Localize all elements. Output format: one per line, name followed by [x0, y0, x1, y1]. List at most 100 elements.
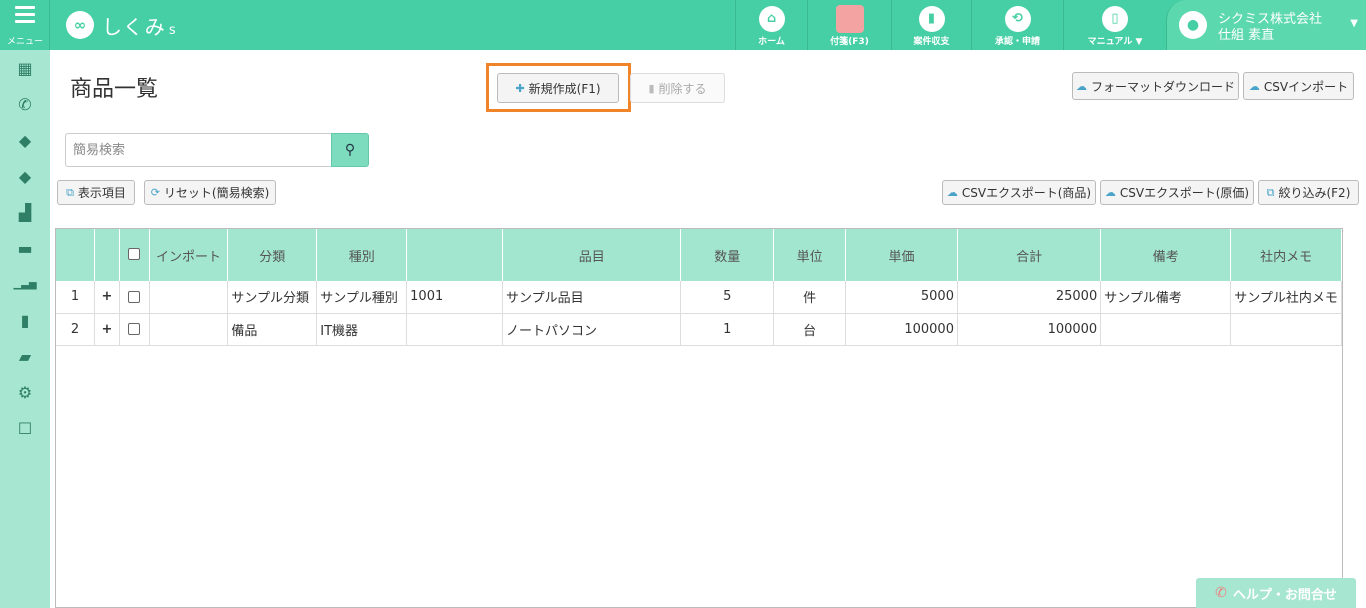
column-header[interactable]: 合計 — [957, 229, 1102, 281]
table-cell — [1100, 313, 1232, 346]
cloud-download-icon: ☁ — [1075, 79, 1087, 93]
column-header-select-all[interactable] — [119, 229, 150, 281]
csv-import-button[interactable]: ☁ CSVインポート — [1243, 72, 1354, 100]
column-header[interactable]: 数量 — [680, 229, 775, 281]
user-menu[interactable]: ● シクミス株式会社 仕組 素直 ▼ — [1166, 0, 1366, 50]
table-cell: 100000 — [957, 313, 1102, 346]
page-title: 商品一覧 — [70, 77, 159, 102]
credit-card-icon[interactable]: ▬ — [0, 237, 50, 261]
column-header[interactable]: 単価 — [845, 229, 958, 281]
delete-button[interactable]: ▮ 削除する — [630, 73, 725, 103]
calendar-icon[interactable]: ▦ — [0, 57, 50, 81]
table-cell: 25000 — [957, 281, 1102, 314]
filter-button[interactable]: ⧉ 絞り込み(F2) — [1258, 180, 1359, 205]
csv-export-product-button[interactable]: ☁ CSVエクスポート(商品) — [942, 180, 1096, 205]
format-download-label: フォーマットダウンロード — [1090, 79, 1235, 94]
table-cell: サンプル備考 — [1100, 281, 1232, 314]
nav-sticky-notes[interactable]: 付箋(F3) — [807, 0, 891, 50]
table-cell: 5 — [680, 281, 775, 314]
nav-approval[interactable]: ⟲ 承認・申請 — [971, 0, 1063, 50]
search-button[interactable]: ⚲ — [331, 133, 369, 167]
nav-home-label: ホーム — [758, 37, 785, 47]
user-name: 仕組 素直 — [1218, 28, 1275, 43]
table-cell: 備品 — [227, 313, 318, 346]
checkbox-icon[interactable]: ☐ — [0, 417, 50, 441]
new-button[interactable]: ✚ 新規作成(F1) — [497, 73, 619, 103]
sticky-note-icon — [835, 5, 864, 33]
expand-row-button[interactable]: + — [94, 281, 120, 314]
row-checkbox-cell[interactable] — [119, 281, 150, 314]
display-items-button[interactable]: ⧉ 表示項目 — [57, 180, 135, 205]
table-cell: 件 — [773, 281, 847, 314]
column-header[interactable]: 分類 — [227, 229, 318, 281]
search-icon: ⚲ — [344, 142, 356, 158]
bar-chart-icon[interactable]: ▟ — [0, 201, 50, 225]
gear-icon[interactable]: ⚙ — [0, 381, 50, 405]
row-checkbox-cell[interactable] — [119, 313, 150, 346]
brand-logo[interactable]: ∞ しくみ s — [66, 10, 177, 40]
csv-export-cost-label: CSVエクスポート(原価) — [1119, 186, 1250, 200]
nav-home[interactable]: ⌂ ホーム — [735, 0, 807, 50]
trash-icon: ▮ — [648, 81, 655, 95]
table-cell — [406, 313, 504, 346]
product-table: インポート 分類 種別 品目 数量 単位 単価 合計 備考 社内メモ 1 + サ… — [55, 228, 1343, 608]
book-icon: ▯ — [1102, 6, 1128, 32]
table-cell: ノートパソコン — [502, 313, 682, 346]
plus-icon: ✚ — [515, 81, 525, 95]
row-number: 2 — [56, 313, 96, 346]
folder-open-icon[interactable]: ▰ — [0, 345, 50, 369]
signal-icon[interactable]: ▁▃▅ — [0, 273, 50, 297]
table-row[interactable]: 2 + 備品 IT機器 ノートパソコン 1 台 100000 100000 — [56, 313, 1342, 346]
display-items-label: 表示項目 — [77, 186, 126, 200]
nav-project-balance[interactable]: ▮ 案件収支 — [891, 0, 971, 50]
column-header[interactable]: インポート — [149, 229, 229, 281]
user-icon: ● — [1179, 11, 1207, 39]
table-row[interactable]: 1 + サンプル分類 サンプル種別 1001 サンプル品目 5 件 5000 2… — [56, 281, 1342, 314]
reset-label: リセット(簡易検索) — [163, 186, 270, 200]
row-checkbox[interactable] — [128, 290, 141, 303]
table-cell: IT機器 — [316, 313, 408, 346]
tag-icon[interactable]: ◆ — [0, 129, 50, 153]
row-number: 1 — [56, 281, 96, 314]
search-input[interactable] — [65, 133, 332, 167]
reset-button[interactable]: ⟳ リセット(簡易検索) — [144, 180, 276, 205]
column-header — [56, 229, 96, 281]
brand-suffix: s — [168, 22, 177, 38]
phone-icon: ✆ — [1215, 585, 1227, 601]
phone-icon[interactable]: ✆ — [0, 93, 50, 117]
tags-icon[interactable]: ◆ — [0, 165, 50, 189]
table-header-row: インポート 分類 種別 品目 数量 単位 単価 合計 備考 社内メモ — [56, 229, 1342, 281]
table-cell — [149, 313, 229, 346]
column-header[interactable]: 備考 — [1100, 229, 1232, 281]
column-header[interactable]: 種別 — [316, 229, 408, 281]
nav-approval-label: 承認・申請 — [994, 37, 1040, 47]
csv-export-cost-button[interactable]: ☁ CSVエクスポート(原価) — [1100, 180, 1254, 205]
select-all-checkbox[interactable] — [128, 247, 141, 260]
nav-project-balance-label: 案件収支 — [913, 37, 950, 47]
delete-button-label: 削除する — [658, 81, 707, 96]
table-cell: 台 — [773, 313, 847, 346]
column-header — [94, 229, 120, 281]
filter-label: 絞り込み(F2) — [1278, 186, 1351, 200]
table-cell: 1 — [680, 313, 775, 346]
table-cell: 1001 — [406, 281, 504, 314]
table-cell: サンプル種別 — [316, 281, 408, 314]
column-header[interactable]: 単位 — [773, 229, 847, 281]
file-icon[interactable]: ▮ — [0, 309, 50, 333]
table-cell: サンプル分類 — [227, 281, 318, 314]
menu-button[interactable]: メニュー — [0, 0, 50, 50]
external-link-icon: ⧉ — [1266, 185, 1275, 199]
help-label: ヘルプ・お問合せ — [1232, 587, 1337, 603]
expand-row-button[interactable]: + — [94, 313, 120, 346]
row-checkbox[interactable] — [128, 323, 141, 335]
column-header[interactable] — [406, 229, 504, 281]
column-header[interactable]: 社内メモ — [1230, 229, 1342, 281]
brand-name: しくみ — [102, 14, 166, 39]
caret-down-icon: ▼ — [1350, 18, 1358, 29]
help-button[interactable]: ✆ ヘルプ・お問合せ — [1196, 578, 1356, 608]
column-header[interactable]: 品目 — [502, 229, 682, 281]
format-download-button[interactable]: ☁ フォーマットダウンロード — [1072, 72, 1239, 100]
nav-manual-label: マニュアル ▼ — [1087, 37, 1143, 47]
nav-manual[interactable]: ▯ マニュアル ▼ — [1063, 0, 1166, 50]
sidebar: ▦ ✆ ◆ ◆ ▟ ▬ ▁▃▅ ▮ ▰ ⚙ ☐ — [0, 50, 50, 608]
